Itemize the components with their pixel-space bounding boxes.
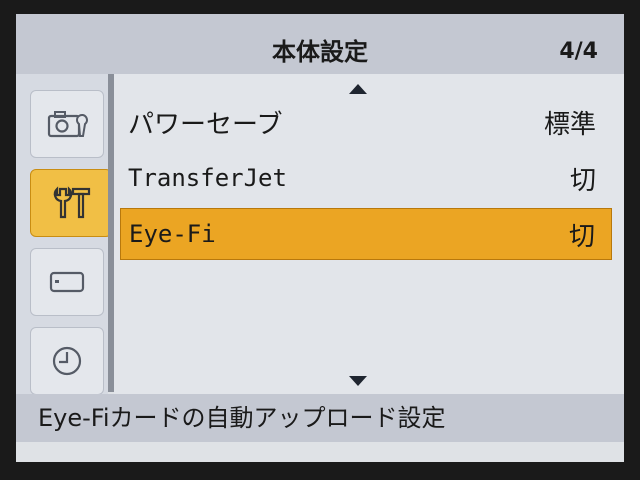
camera-menu-screen: 本体設定 4/4 パワーセーブ 標準 TransferJet 切 Eye-Fi …	[16, 14, 624, 462]
menu-item-value: 切	[568, 221, 595, 252]
menu-item-value: 切	[569, 165, 596, 196]
camera-settings-icon	[47, 111, 88, 138]
tab-memory-card[interactable]	[30, 248, 104, 316]
menu-item-label: パワーセーブ	[128, 109, 283, 140]
wrench-screwdriver-icon	[53, 186, 91, 219]
menu-item-value: 標準	[543, 109, 596, 140]
page-indicator: 4/4	[559, 39, 598, 64]
tab-camera-settings[interactable]	[30, 90, 104, 158]
scroll-up-icon[interactable]	[349, 84, 367, 94]
menu-header: 本体設定 4/4	[16, 14, 624, 74]
page-title: 本体設定	[272, 38, 368, 66]
help-text: Eye-Fiカードの自動アップロード設定	[16, 394, 624, 442]
category-sidebar	[16, 74, 112, 395]
tab-clock[interactable]	[30, 327, 104, 395]
tab-setup[interactable]	[30, 169, 112, 237]
menu-list: パワーセーブ 標準 TransferJet 切 Eye-Fi 切	[114, 74, 624, 394]
clock-icon	[52, 346, 82, 376]
menu-item-eye-fi[interactable]: Eye-Fi 切	[120, 208, 612, 260]
menu-item-label: TransferJet	[128, 164, 287, 192]
menu-item-power-save[interactable]: パワーセーブ 標準	[120, 96, 612, 148]
menu-item-label: Eye-Fi	[129, 220, 216, 248]
memory-card-icon	[49, 271, 85, 293]
scroll-down-icon[interactable]	[349, 376, 367, 386]
menu-item-transferjet[interactable]: TransferJet 切	[120, 152, 612, 204]
bottom-strip	[16, 442, 624, 462]
